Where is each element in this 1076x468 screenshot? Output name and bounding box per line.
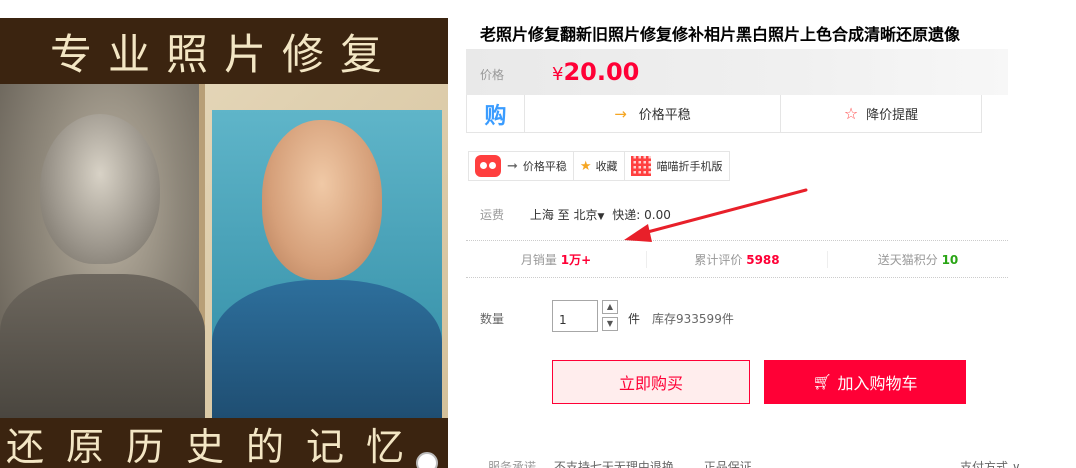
monthly-sales-value: 1万+ (560, 252, 592, 267)
annotation-arrow (624, 188, 808, 242)
quantity-input[interactable] (552, 300, 598, 332)
zoom-icon[interactable] (416, 452, 438, 468)
decrement-button[interactable]: ▼ (602, 317, 618, 331)
reviews-value: 5988 (746, 252, 780, 267)
price-trend-button[interactable]: → 价格平稳 (525, 95, 781, 132)
price-trend-label: 价格平稳 (638, 108, 691, 123)
tool-price-trend-label: 价格平稳 (522, 160, 567, 173)
photo-area (0, 84, 448, 418)
cart-icon: 🛒︎ (812, 373, 832, 391)
tool-mobile[interactable]: 喵喵折手机版 (625, 152, 729, 180)
quantity-unit: 件 (628, 312, 641, 326)
payment-methods-toggle[interactable]: 支付方式 ∨ (960, 458, 1021, 468)
stat-monthly-sales: 月销量 1万+ (466, 250, 647, 268)
image-top-banner-text: 专业照片修复 (49, 29, 398, 79)
tool-favorite[interactable]: ★ 收藏 (574, 152, 625, 180)
price-label: 价格 (480, 68, 505, 82)
service-row: 服务承诺 不支持七天无理由退换 正品保证 支付方式 ∨ (488, 458, 1048, 468)
quantity-label: 数量 (480, 312, 505, 326)
add-to-cart-label: 加入购物车 (837, 374, 918, 393)
arrow-right-icon: ➞ (507, 158, 518, 174)
old-photo-head (40, 114, 160, 264)
service-label: 服务承诺 (488, 460, 537, 468)
tool-favorite-label: 收藏 (595, 160, 618, 173)
image-bottom-banner: 还原历史的记忆 (0, 418, 448, 468)
stock-count: 库存933599件 (652, 312, 734, 326)
gou-icon[interactable]: 购 (467, 95, 525, 132)
add-to-cart-button[interactable]: 🛒︎ 加入购物车 (764, 360, 966, 404)
shipping-label: 运费 (480, 208, 505, 222)
currency-symbol: ¥ (552, 64, 564, 85)
quantity-row: 数量 ▲ ▼ 件 库存933599件 (480, 300, 734, 334)
image-top-banner: 专业照片修复 (0, 18, 448, 84)
service-item[interactable]: 不支持七天无理由退换 (554, 460, 674, 468)
tool-price-trend[interactable]: ➞ 价格平稳 (469, 152, 574, 180)
price-value: ¥20.00 (552, 58, 639, 86)
monthly-sales-label: 月销量 (520, 252, 557, 267)
arrow-right-icon: → (614, 104, 627, 123)
shipping-destination: 北京 (573, 208, 598, 222)
miao-logo-icon (475, 155, 501, 177)
restored-photo-body (212, 280, 442, 418)
qr-code-icon (630, 156, 651, 176)
price-row: 价格 ¥20.00 (466, 49, 1008, 95)
restored-photo-head (262, 120, 382, 280)
price-alert-button[interactable]: ☆ 降价提醒 (781, 95, 981, 132)
old-photo (0, 84, 205, 418)
increment-button[interactable]: ▲ (602, 300, 618, 314)
stat-reviews[interactable]: 累计评价 5988 (647, 250, 828, 268)
quantity-stepper: ▲ ▼ (602, 300, 618, 334)
price-number: 20.00 (563, 58, 640, 86)
price-trend-row: 购 → 价格平稳 ☆ 降价提醒 (466, 95, 982, 133)
star-outline-icon: ☆ (843, 104, 859, 123)
product-image[interactable]: 专业照片修复 还原历史的记忆 (0, 18, 448, 468)
shipping-from: 上海 至 (529, 208, 570, 222)
points-label: 送天猫积分 (877, 252, 938, 267)
service-item[interactable]: 正品保证 (704, 460, 752, 468)
buy-now-label: 立即购买 (618, 374, 683, 393)
price-alert-label: 降价提醒 (866, 108, 919, 123)
star-icon: ★ (579, 158, 592, 174)
tool-mobile-label: 喵喵折手机版 (656, 160, 723, 173)
product-title: 老照片修复翻新旧照片修复修补相片黑白照片上色合成清晰还原遗像 (480, 25, 961, 44)
stat-points: 送天猫积分 10 (828, 251, 1008, 268)
points-value: 10 (941, 252, 959, 267)
restored-photo (212, 110, 442, 418)
old-photo-body (0, 274, 205, 418)
image-bottom-banner-text: 还原历史的记忆 (6, 424, 427, 468)
tool-row: ➞ 价格平稳 ★ 收藏 喵喵折手机版 (468, 151, 730, 181)
reviews-label: 累计评价 (694, 252, 743, 267)
buy-now-button[interactable]: 立即购买 (552, 360, 750, 404)
